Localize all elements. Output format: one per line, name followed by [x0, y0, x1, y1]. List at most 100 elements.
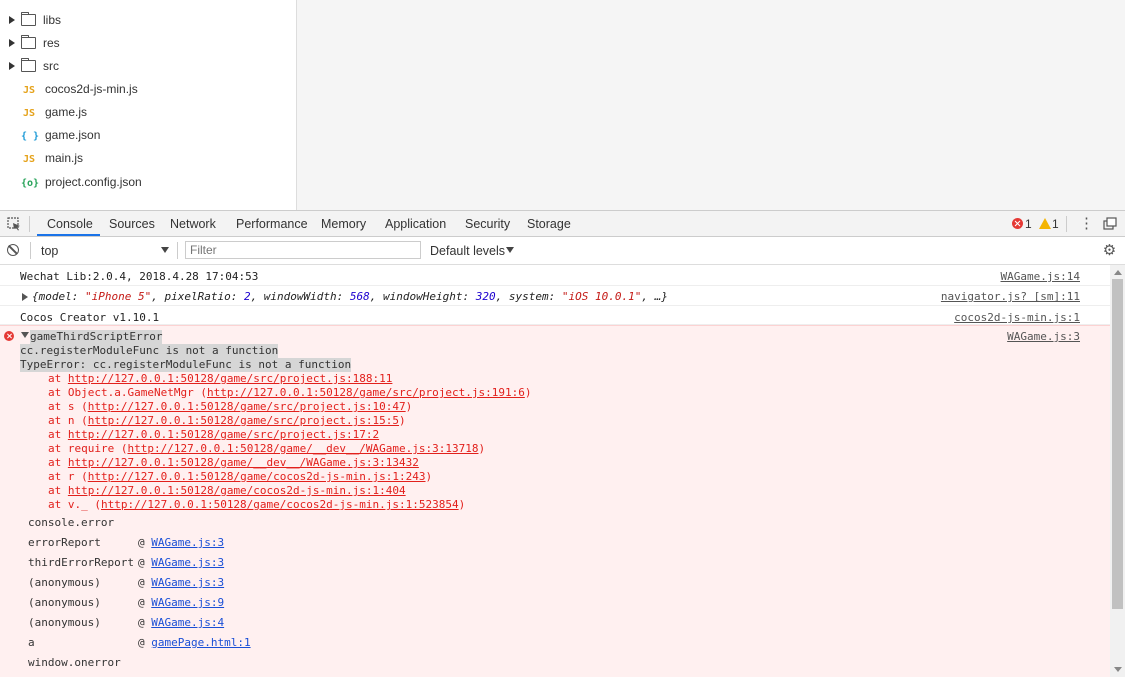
folder-icon — [21, 57, 36, 72]
stack-link[interactable]: http://127.0.0.1:50128/game/__dev__/WAGa… — [127, 442, 478, 455]
stack-frame: at http://127.0.0.1:50128/game/__dev__/W… — [48, 456, 419, 470]
tab-security[interactable]: Security — [465, 211, 510, 236]
source-link[interactable]: navigator.js? [sm]:11 — [941, 290, 1080, 303]
tree-file-game-js[interactable]: JS game.js — [21, 102, 87, 122]
console-scrollbar[interactable] — [1110, 265, 1125, 677]
tab-console[interactable]: Console — [47, 211, 93, 236]
object-value: 568 — [349, 290, 370, 303]
error-count-icon[interactable] — [1012, 218, 1023, 229]
stack-link[interactable]: http://127.0.0.1:50128/game/src/project.… — [207, 386, 525, 399]
console-message-object[interactable]: {model: "iPhone 5", pixelRatio: 2, windo… — [0, 286, 1110, 306]
gear-icon[interactable]: ⚙ — [1102, 243, 1117, 258]
context-selector[interactable]: top — [41, 237, 58, 265]
js-file-icon: JS — [22, 154, 36, 165]
expand-arrow-icon[interactable] — [9, 38, 15, 47]
trace-at-sign: @ — [138, 616, 152, 629]
stack-link[interactable]: http://127.0.0.1:50128/game/__dev__/WAGa… — [68, 456, 419, 469]
toolbar-divider — [29, 216, 30, 232]
console-message: Wechat Lib:2.0.4, 2018.4.28 17:04:53 WAG… — [0, 265, 1110, 286]
trace-function: (anonymous) — [28, 616, 101, 629]
object-key: , windowHeight: — [369, 290, 476, 303]
filter-input[interactable] — [185, 241, 421, 259]
trace-location: @ gamePage.html:1 — [138, 633, 251, 653]
js-file-icon: JS — [22, 85, 36, 96]
stack-link[interactable]: http://127.0.0.1:50128/game/cocos2d-js-m… — [68, 484, 406, 497]
clear-console-icon[interactable] — [7, 244, 19, 256]
tab-memory[interactable]: Memory — [321, 211, 366, 236]
chevron-down-icon[interactable] — [506, 247, 514, 253]
tree-folder-res[interactable]: res — [9, 33, 60, 53]
scroll-down-icon[interactable] — [1114, 667, 1122, 672]
warning-count[interactable]: 1 — [1052, 211, 1059, 237]
stack-suffix: ) — [458, 498, 466, 511]
console-output: Wechat Lib:2.0.4, 2018.4.28 17:04:53 WAG… — [0, 265, 1110, 677]
object-value: "iOS 10.0.1" — [561, 290, 642, 303]
trace-link[interactable]: gamePage.html:1 — [151, 636, 250, 649]
stack-suffix: ) — [478, 442, 486, 455]
stack-frame: at http://127.0.0.1:50128/game/cocos2d-j… — [48, 484, 406, 498]
stack-prefix: at r ( — [48, 470, 88, 483]
trace-link[interactable]: WAGame.js:4 — [151, 616, 224, 629]
tree-folder-src[interactable]: src — [9, 56, 59, 76]
tab-storage[interactable]: Storage — [527, 211, 571, 236]
trace-at-sign: @ — [138, 636, 152, 649]
source-link[interactable]: WAGame.js:14 — [1001, 270, 1080, 283]
object-preview[interactable]: {model: "iPhone 5", pixelRatio: 2, windo… — [32, 290, 668, 303]
tree-item-label: src — [43, 59, 59, 73]
undock-icon[interactable] — [1103, 217, 1117, 231]
stack-prefix: at n ( — [48, 414, 88, 427]
log-levels-dropdown[interactable]: Default levels — [430, 237, 505, 265]
tree-file-main-js[interactable]: JS main.js — [21, 148, 83, 168]
tab-sources[interactable]: Sources — [109, 211, 155, 236]
trace-link[interactable]: WAGame.js:3 — [151, 556, 224, 569]
stack-link[interactable]: http://127.0.0.1:50128/game/src/project.… — [68, 372, 393, 385]
stack-link[interactable]: http://127.0.0.1:50128/game/cocos2d-js-m… — [88, 470, 426, 483]
tab-performance[interactable]: Performance — [236, 211, 308, 236]
trace-at-sign: @ — [138, 576, 152, 589]
toolbar-divider — [30, 242, 31, 259]
trace-link[interactable]: WAGame.js:3 — [151, 536, 224, 549]
more-options-icon[interactable]: ⋮ — [1079, 211, 1094, 237]
stack-frame: at Object.a.GameNetMgr (http://127.0.0.1… — [48, 386, 531, 400]
source-link[interactable]: WAGame.js:3 — [1007, 330, 1080, 343]
expand-arrow-icon[interactable] — [9, 61, 15, 70]
devtools-tab-bar: Console Sources Network Performance Memo… — [0, 210, 1125, 237]
error-count[interactable]: 1 — [1025, 211, 1032, 237]
scroll-up-icon[interactable] — [1114, 270, 1122, 275]
object-brace: { — [32, 290, 39, 303]
object-brace: , …} — [641, 290, 668, 303]
collapse-arrow-icon[interactable] — [21, 332, 29, 338]
tab-application[interactable]: Application — [385, 211, 446, 236]
js-file-icon: JS — [22, 108, 36, 119]
message-text: Wechat Lib:2.0.4, 2018.4.28 17:04:53 — [20, 270, 259, 283]
stack-link[interactable]: http://127.0.0.1:50128/game/src/project.… — [68, 428, 379, 441]
stack-frame: at s (http://127.0.0.1:50128/game/src/pr… — [48, 400, 412, 414]
chevron-down-icon[interactable] — [161, 247, 169, 253]
trace-link[interactable]: WAGame.js:3 — [151, 576, 224, 589]
tree-file-cocos2d-js-min[interactable]: JS cocos2d-js-min.js — [21, 79, 138, 99]
stack-frame: at http://127.0.0.1:50128/game/src/proje… — [48, 372, 392, 386]
inspect-element-icon[interactable] — [7, 217, 21, 231]
stack-link[interactable]: http://127.0.0.1:50128/game/src/project.… — [88, 400, 406, 413]
folder-icon — [21, 34, 36, 49]
tree-file-project-config[interactable]: {o} project.config.json — [21, 172, 142, 192]
expand-arrow-icon[interactable] — [22, 293, 28, 301]
trace-function: thirdErrorReport — [28, 556, 134, 569]
tree-folder-libs[interactable]: libs — [9, 10, 61, 30]
console-message: Cocos Creator v1.10.1 cocos2d-js-min.js:… — [0, 306, 1110, 325]
stack-prefix: at — [48, 372, 68, 385]
trace-at-sign: @ — [138, 536, 152, 549]
error-icon — [4, 331, 14, 341]
source-link[interactable]: cocos2d-js-min.js:1 — [954, 311, 1080, 324]
stack-link[interactable]: http://127.0.0.1:50128/game/cocos2d-js-m… — [101, 498, 459, 511]
console-error-message: gameThirdScriptError cc.registerModuleFu… — [0, 325, 1110, 677]
stack-link[interactable]: http://127.0.0.1:50128/game/src/project.… — [88, 414, 399, 427]
error-message: cc.registerModuleFunc is not a function — [20, 344, 279, 358]
trace-link[interactable]: WAGame.js:9 — [151, 596, 224, 609]
expand-arrow-icon[interactable] — [9, 15, 15, 24]
tab-network[interactable]: Network — [170, 211, 216, 236]
warning-count-icon[interactable] — [1039, 218, 1051, 229]
scrollbar-thumb[interactable] — [1112, 279, 1123, 609]
stack-prefix: at require ( — [48, 442, 128, 455]
tree-file-game-json[interactable]: { } game.json — [21, 125, 100, 145]
